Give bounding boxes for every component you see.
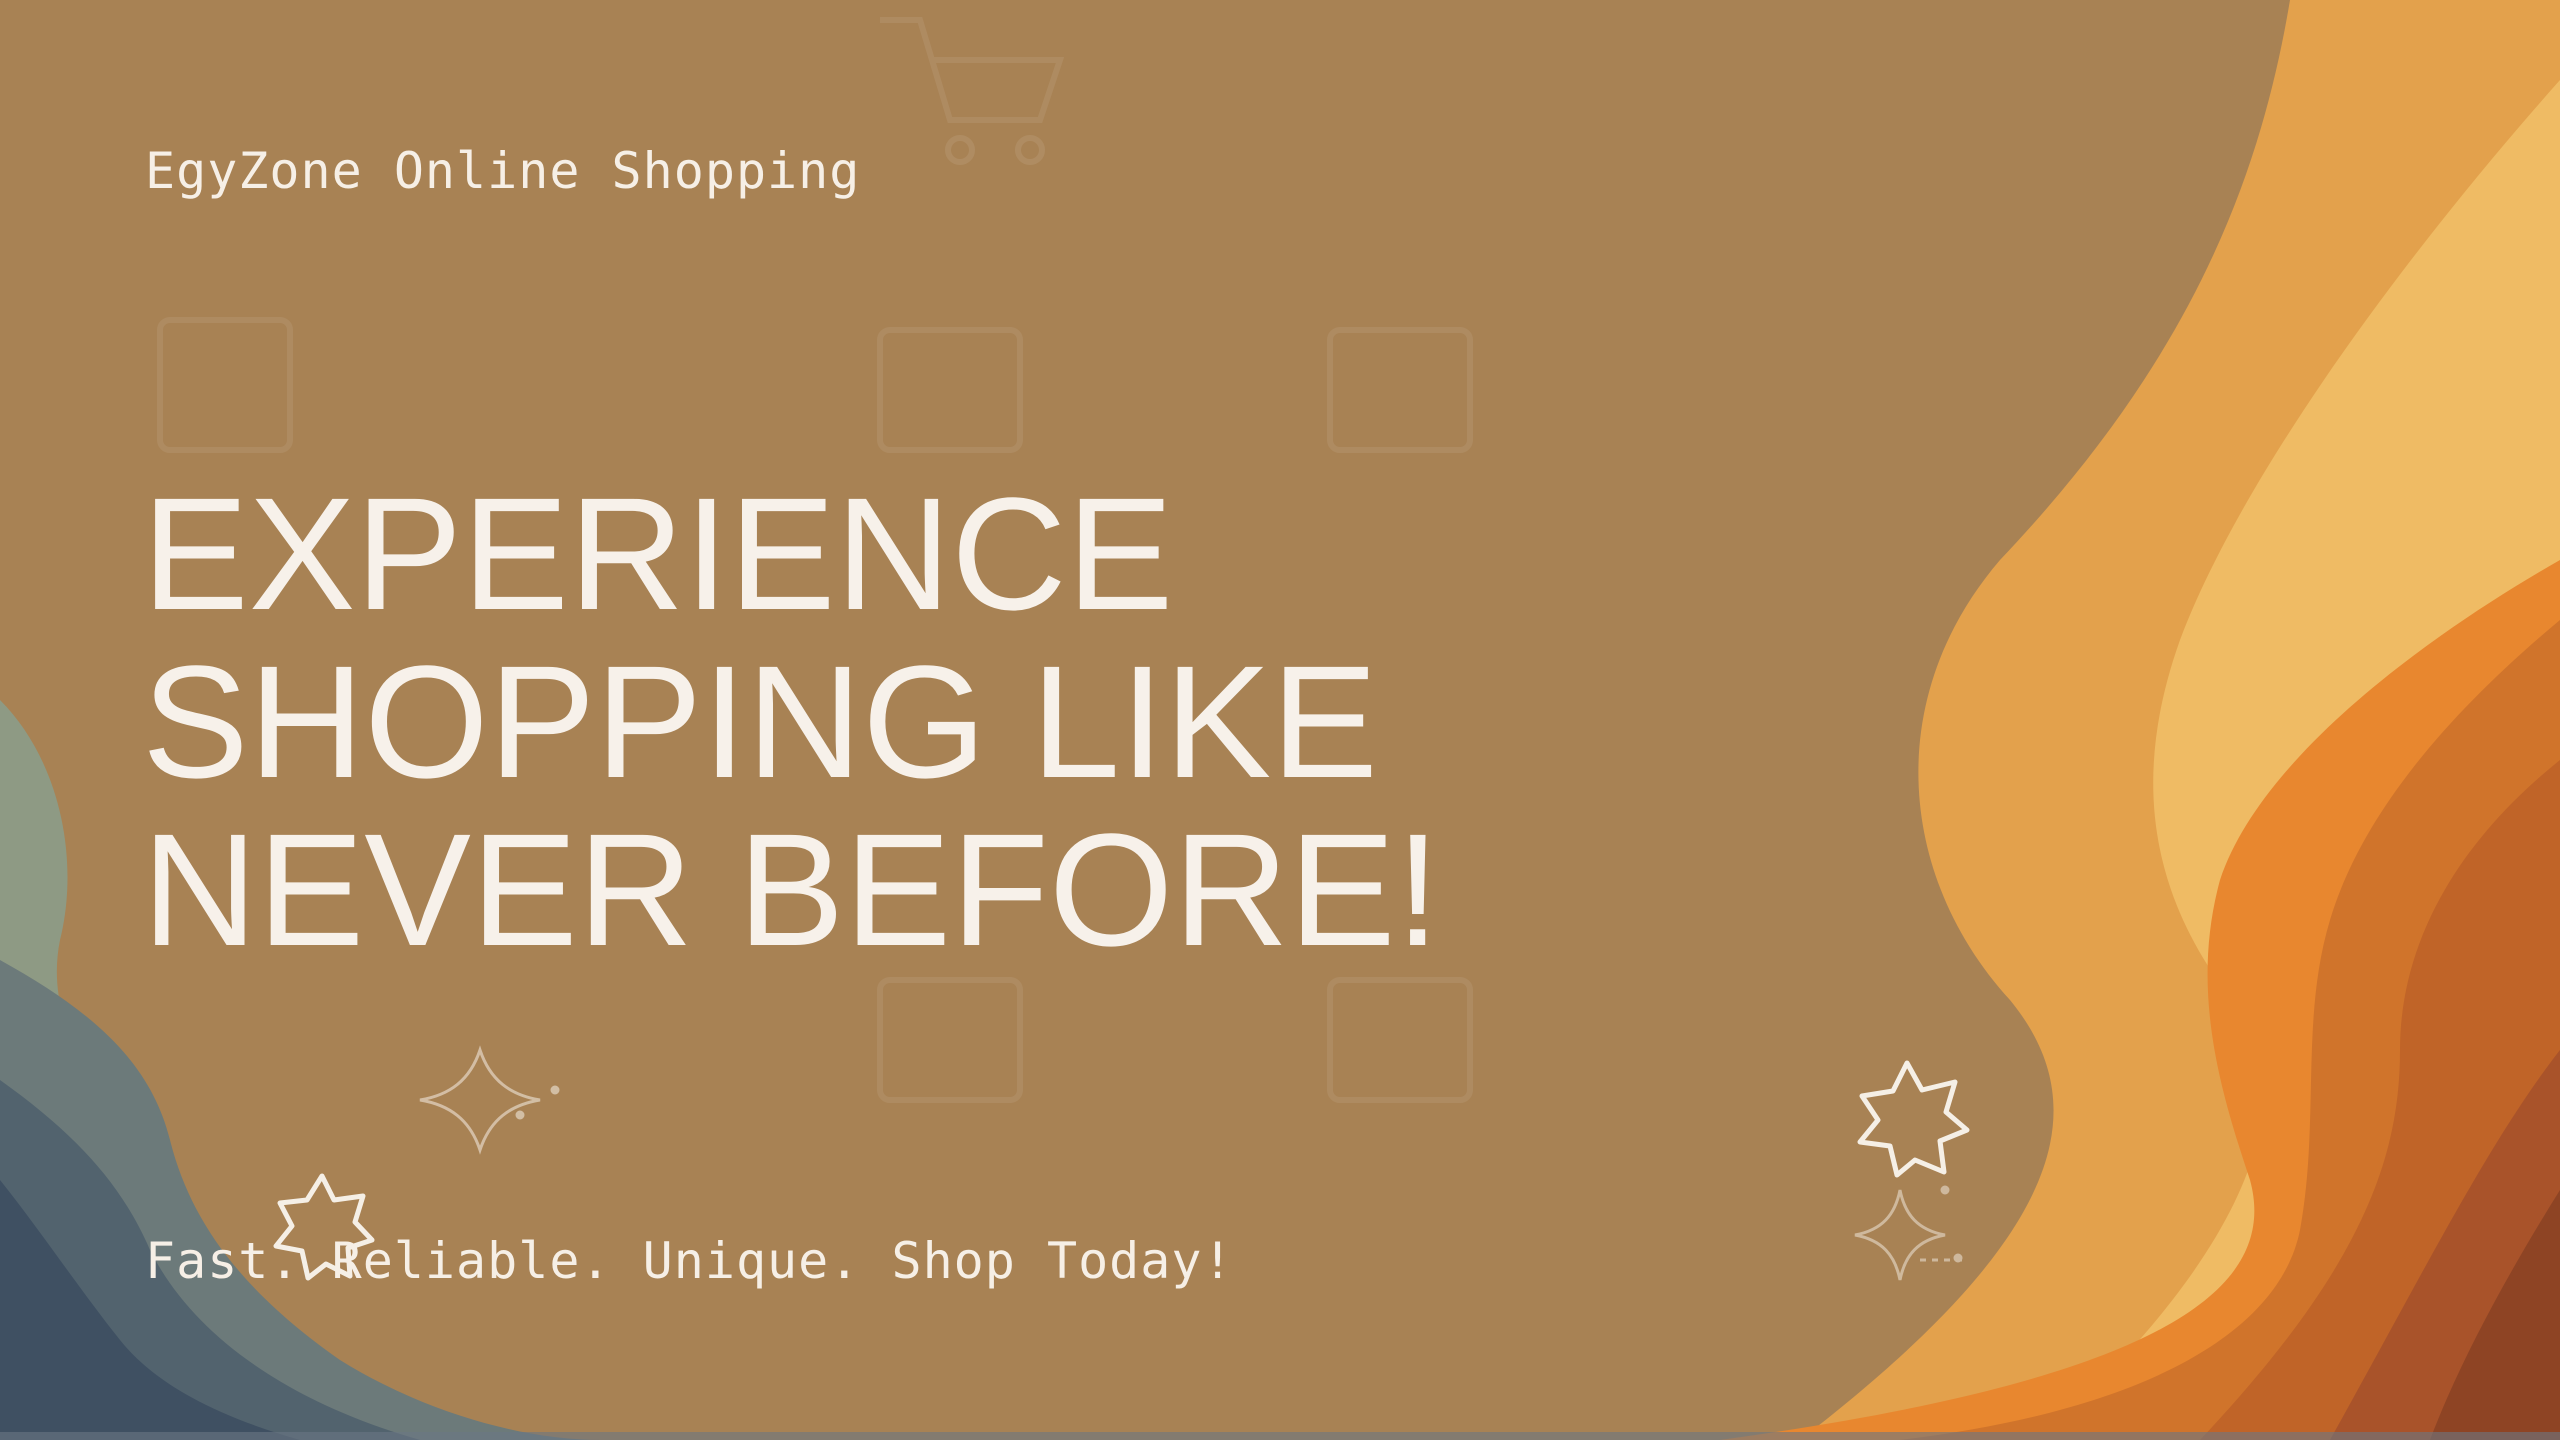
- headline: EXPERIENCE SHOPPING LIKE NEVER BEFORE!: [142, 470, 1642, 974]
- brand-name: EgyZone Online Shopping: [145, 142, 861, 200]
- star-burst-icon: [1857, 1060, 1970, 1178]
- headline-line-1: EXPERIENCE: [142, 464, 1174, 643]
- headline-line-3: NEVER BEFORE!: [142, 800, 1441, 979]
- sparkle-icon: [419, 1045, 560, 1155]
- headline-line-2: SHOPPING LIKE: [142, 632, 1378, 811]
- sparkle-icon: [1854, 1185, 1965, 1281]
- tagline: Fast. Reliable. Unique. Shop Today!: [145, 1232, 1234, 1290]
- slide: EgyZone Online Shopping EXPERIENCE SHOPP…: [0, 0, 2560, 1440]
